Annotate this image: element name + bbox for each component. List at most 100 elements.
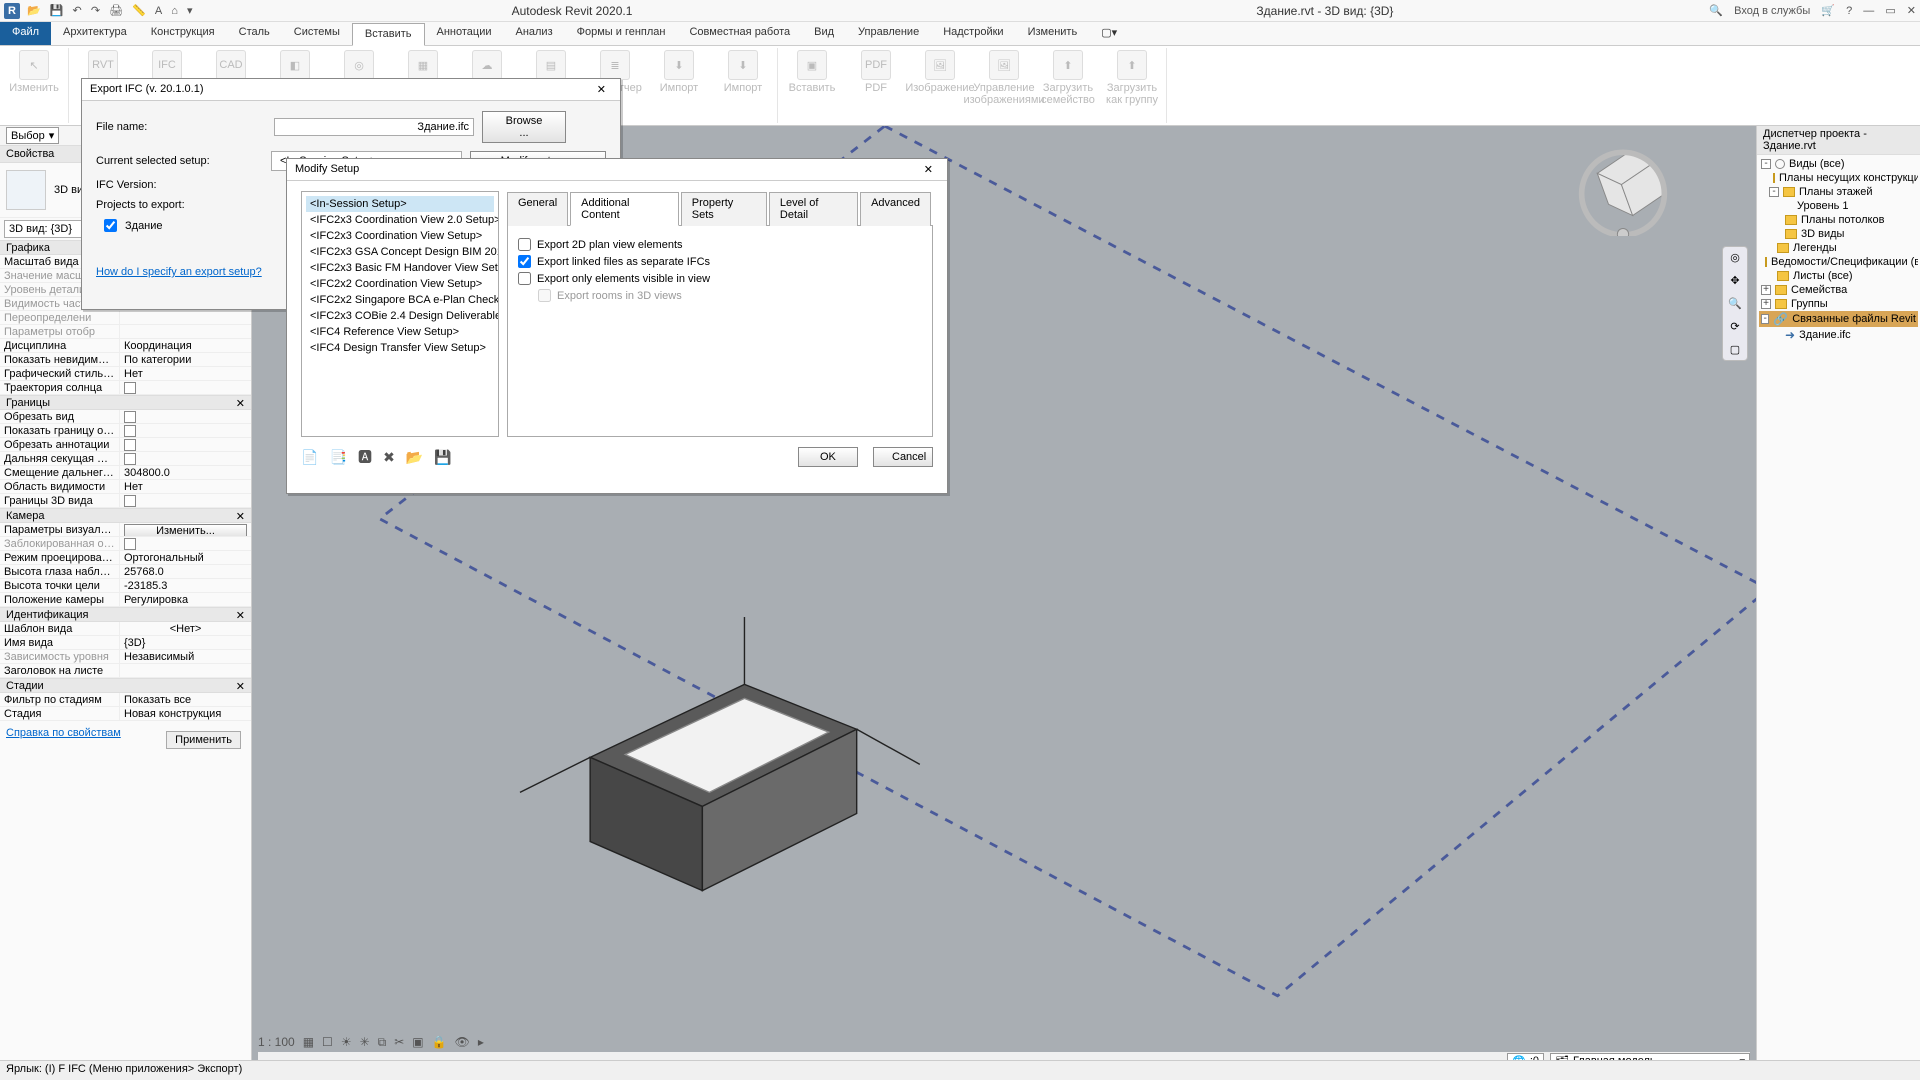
ribbon-pdf[interactable]: PDFPDF [848, 50, 904, 106]
howto-link[interactable]: How do I specify an export setup? [96, 266, 262, 278]
tree-node[interactable]: ➜Здание.ifc [1759, 327, 1918, 343]
tree-node[interactable]: Ведомости/Спецификации (в [1759, 255, 1918, 269]
setup-list-item[interactable]: <IFC2x2 Singapore BCA e-Plan Check Setup… [306, 292, 494, 308]
prop-value[interactable]: -23185.3 [120, 579, 251, 592]
ribbon-insert[interactable]: ▣Вставить [784, 50, 840, 106]
cart-icon[interactable]: 🛒 [1821, 5, 1835, 17]
tree-node[interactable]: 3D виды [1759, 227, 1918, 241]
scale-label[interactable]: 1 : 100 [258, 1035, 295, 1049]
setup-list-item[interactable]: <IFC2x3 Coordination View 2.0 Setup> [306, 212, 494, 228]
ribbon-modify[interactable]: ↖Изменить [6, 50, 62, 94]
apply-button[interactable]: Применить [166, 731, 241, 749]
nav-orbit-icon[interactable]: ⟳ [1730, 320, 1739, 333]
properties-help-link[interactable]: Справка по свойствам [6, 727, 121, 739]
prop-value[interactable]: Независимый [120, 650, 251, 663]
prop-value[interactable] [120, 410, 251, 423]
project-check[interactable] [104, 219, 117, 232]
prop-value[interactable]: 25768.0 [120, 565, 251, 578]
cancel-button[interactable]: Cancel [873, 447, 933, 467]
tree-node[interactable]: Планы несущих конструкций [1759, 171, 1918, 185]
tree-node[interactable]: Планы потолков [1759, 213, 1918, 227]
minimize-icon[interactable]: — [1863, 5, 1874, 17]
tab-struct[interactable]: Конструкция [139, 22, 227, 45]
help-icon[interactable]: ? [1846, 5, 1852, 17]
setup-list-item[interactable]: <IFC2x2 Coordination View Setup> [306, 276, 494, 292]
tab-view[interactable]: Вид [802, 22, 846, 45]
prop-value[interactable] [120, 537, 251, 550]
tree-node[interactable]: -Виды (все) [1759, 157, 1918, 171]
prop-value[interactable]: 304800.0 [120, 466, 251, 479]
tab-manage[interactable]: Управление [846, 22, 931, 45]
qat-undo-icon[interactable]: ↶ [73, 5, 82, 17]
cb-linked[interactable] [518, 255, 531, 268]
tab-general[interactable]: General [507, 192, 568, 226]
vc-hide-icon[interactable]: 👁 [455, 1035, 470, 1049]
vc-render-icon[interactable]: ⧉ [378, 1035, 387, 1050]
qat-save-icon[interactable]: 💾 [50, 5, 64, 17]
prop-value[interactable] [120, 438, 251, 451]
delete-setup-icon[interactable]: ✖ [383, 449, 395, 465]
prop-value[interactable]: Показать все [120, 693, 251, 706]
vc-shadow-icon[interactable]: ✳ [360, 1035, 370, 1049]
modify-close-icon[interactable]: ✕ [918, 163, 939, 176]
navigation-bar[interactable]: ◎ ✥ 🔍 ⟳ ▢ [1722, 246, 1748, 361]
prop-value[interactable]: Нет [120, 367, 251, 380]
restore-icon[interactable]: ▭ [1885, 5, 1895, 17]
tab-addins[interactable]: Надстройки [931, 22, 1015, 45]
tab-arch[interactable]: Архитектура [51, 22, 139, 45]
tree-node[interactable]: +Группы [1759, 297, 1918, 311]
tab-annotate[interactable]: Аннотации [425, 22, 504, 45]
selector-dropdown[interactable]: Выбор ▾ [6, 127, 59, 144]
tab-property-sets[interactable]: Property Sets [681, 192, 767, 226]
import-setup-icon[interactable]: 📂 [406, 449, 423, 465]
qat-redo-icon[interactable]: ↷ [91, 5, 100, 17]
nav-box-icon[interactable]: ▢ [1730, 343, 1740, 356]
tree-node[interactable]: Уровень 1 [1759, 199, 1918, 213]
nav-pan-icon[interactable]: ✥ [1730, 274, 1739, 287]
qat-print-icon[interactable]: 🖨 [109, 5, 123, 17]
tree-node[interactable]: -Планы этажей [1759, 185, 1918, 199]
prop-value[interactable] [120, 664, 251, 677]
login-link[interactable]: Вход в службы [1734, 5, 1810, 17]
vc-detail-icon[interactable]: ▦ [303, 1035, 314, 1049]
prop-value[interactable] [120, 381, 251, 394]
ribbon-manage-images[interactable]: 🖼Управление изображениями [976, 50, 1032, 106]
new-setup-icon[interactable]: 📄 [301, 449, 318, 465]
tree-node[interactable]: +Семейства [1759, 283, 1918, 297]
tab-steel[interactable]: Сталь [227, 22, 282, 45]
ribbon-load-group[interactable]: ⬆Загрузить как группу [1104, 50, 1160, 106]
prop-value[interactable] [120, 311, 251, 324]
tab-massing[interactable]: Формы и генплан [565, 22, 678, 45]
prop-value[interactable]: Ортогональный [120, 551, 251, 564]
tab-insert[interactable]: Вставить [352, 23, 425, 46]
setup-list[interactable]: <In-Session Setup><IFC2x3 Coordination V… [301, 191, 499, 437]
nav-wheel-icon[interactable]: ◎ [1730, 251, 1740, 264]
viewcube[interactable] [1576, 142, 1670, 236]
vc-style-icon[interactable]: ☐ [322, 1035, 333, 1049]
vc-lock-icon[interactable]: 🔒 [432, 1035, 447, 1049]
setup-list-item[interactable]: <IFC2x3 Basic FM Handover View Setup> [306, 260, 494, 276]
setup-list-item[interactable]: <IFC2x3 COBie 2.4 Design Deliverable Set… [306, 308, 494, 324]
setup-list-item[interactable]: <IFC2x3 Coordination View Setup> [306, 228, 494, 244]
browse-button[interactable]: Browse ... [482, 111, 566, 143]
tab-additional-content[interactable]: Additional Content [570, 192, 679, 226]
qat-measure-icon[interactable]: 📏 [132, 5, 146, 17]
prop-value[interactable]: {3D} [120, 636, 251, 649]
prop-value[interactable]: Изменить... [120, 523, 251, 536]
prop-value[interactable]: <Нет> [120, 622, 251, 635]
setup-list-item[interactable]: <IFC4 Design Transfer View Setup> [306, 340, 494, 356]
tab-systems[interactable]: Системы [282, 22, 352, 45]
export-close-icon[interactable]: ✕ [591, 83, 612, 96]
nav-zoom-icon[interactable]: 🔍 [1728, 297, 1742, 310]
tab-modify[interactable]: Изменить [1016, 22, 1090, 45]
ribbon-import2[interactable]: ⬇Импорт [715, 50, 771, 106]
prop-value[interactable] [120, 494, 251, 507]
search-icon[interactable]: 🔍 [1709, 5, 1723, 17]
tab-collab[interactable]: Совместная работа [677, 22, 802, 45]
prop-value[interactable]: Координация [120, 339, 251, 352]
tab-advanced[interactable]: Advanced [860, 192, 931, 226]
prop-value[interactable] [120, 452, 251, 465]
cb-plan2d[interactable] [518, 238, 531, 251]
ok-button[interactable]: OK [798, 447, 858, 467]
export-setup-icon[interactable]: 💾 [434, 449, 451, 465]
